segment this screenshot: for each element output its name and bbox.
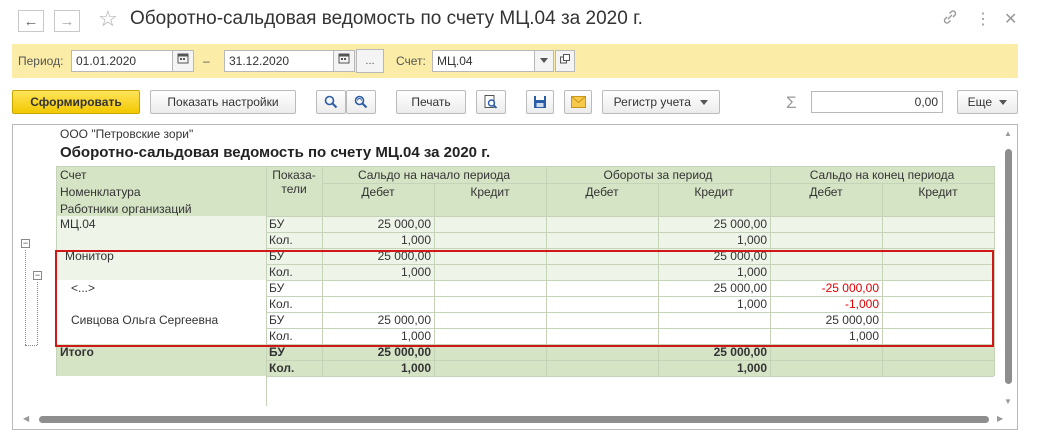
total-indicator: Кол. xyxy=(269,361,295,375)
sum-field[interactable]: 0,00 xyxy=(811,91,943,113)
envelope-icon xyxy=(570,96,586,108)
tree-line xyxy=(25,250,27,345)
tree-line xyxy=(25,345,37,347)
save-button[interactable] xyxy=(526,90,554,114)
grid-line xyxy=(56,166,994,167)
report-title: Оборотно-сальдовая ведомость по счету МЦ… xyxy=(60,144,491,161)
account-label: Счет: xyxy=(396,54,426,68)
total-value: 25 000,00 xyxy=(377,345,431,359)
scroll-right-icon[interactable]: ▶ xyxy=(997,414,1003,423)
row-value: 1,000 xyxy=(400,233,431,247)
row-value: 1,000 xyxy=(736,233,767,247)
header-employees: Работники организаций xyxy=(60,202,192,216)
period-to-field[interactable]: 31.12.2020 xyxy=(224,50,334,72)
header-debit: Дебет xyxy=(585,185,619,199)
grid-line xyxy=(322,183,994,184)
horizontal-scroll-thumb[interactable] xyxy=(39,416,989,423)
total-label: Итого xyxy=(60,345,94,359)
grid-line xyxy=(266,248,994,249)
grid-line xyxy=(266,376,994,377)
sum-icon: Σ xyxy=(786,93,797,112)
header-indicators-2: тели xyxy=(281,182,307,196)
grid-line xyxy=(266,216,994,217)
report-area: ООО "Петровские зори" Оборотно-сальдовая… xyxy=(12,124,1018,430)
more-label: Еще xyxy=(967,95,993,109)
forward-button[interactable]: → xyxy=(54,10,80,32)
header-credit: Кредит xyxy=(918,185,958,199)
generate-button[interactable]: Сформировать xyxy=(12,90,140,114)
highlight-frame xyxy=(55,250,994,347)
grid-line xyxy=(266,376,267,406)
favorite-star-icon[interactable]: ☆ xyxy=(98,6,118,32)
show-settings-button[interactable]: Показать настройки xyxy=(150,90,296,114)
table-row xyxy=(56,232,994,248)
period-select-button[interactable]: ... xyxy=(356,49,384,73)
scroll-down-icon[interactable]: ▼ xyxy=(1004,397,1012,406)
period-dash: – xyxy=(203,54,210,68)
row-value: 25 000,00 xyxy=(377,217,431,231)
header-opening-balance: Сальдо на начало периода xyxy=(357,168,511,182)
grid-line xyxy=(994,166,995,376)
search-icon xyxy=(324,95,338,109)
register-dropdown-button[interactable]: Регистр учета xyxy=(602,90,720,114)
total-value: 25 000,00 xyxy=(713,345,767,359)
period-bar: Период: 01.01.2020 – 31.12.2020 ... Счет… xyxy=(12,44,1018,78)
period-label: Период: xyxy=(18,54,64,68)
floppy-disk-icon xyxy=(534,96,546,108)
back-arrow-icon: ← xyxy=(23,13,39,30)
forward-arrow-icon: → xyxy=(59,13,75,30)
collapse-icon[interactable]: − xyxy=(21,239,30,248)
link-icon[interactable] xyxy=(942,9,958,29)
window-title: Оборотно-сальдовая ведомость по счету МЦ… xyxy=(130,8,643,29)
calendar-from-icon[interactable] xyxy=(172,50,194,72)
more-vertical-icon[interactable]: ⋮ xyxy=(975,9,991,29)
close-icon[interactable]: ✕ xyxy=(1004,9,1017,29)
total-value: 1,000 xyxy=(736,361,767,375)
register-label: Регистр учета xyxy=(613,95,691,109)
vertical-scrollbar[interactable]: ▲ ▼ xyxy=(1004,129,1014,411)
calendar-to-icon[interactable] xyxy=(333,50,355,72)
row-value: 25 000,00 xyxy=(713,217,767,231)
back-button[interactable]: ← xyxy=(18,10,44,32)
open-account-icon[interactable] xyxy=(555,50,575,72)
header-nomenclature: Номенклатура xyxy=(60,185,141,199)
header-debit: Дебет xyxy=(809,185,843,199)
search-refresh-button[interactable] xyxy=(346,90,376,114)
company-name: ООО "Петровские зори" xyxy=(60,127,194,141)
vertical-scroll-thumb[interactable] xyxy=(1005,149,1012,384)
header-credit: Кредит xyxy=(694,185,734,199)
header-closing-balance: Сальдо на конец периода xyxy=(809,168,955,182)
row-indicator: БУ xyxy=(269,217,285,231)
more-button[interactable]: Еще xyxy=(957,90,1018,114)
search-refresh-icon xyxy=(354,95,368,109)
period-from-field[interactable]: 01.01.2020 xyxy=(71,50,173,72)
row-name: МЦ.04 xyxy=(60,217,96,231)
header-indicators-1: Показа- xyxy=(272,168,316,182)
total-indicator: БУ xyxy=(269,345,285,359)
print-button[interactable]: Печать xyxy=(396,90,466,114)
header-turnover: Обороты за период xyxy=(603,168,713,182)
chevron-down-icon xyxy=(999,100,1008,105)
header-account: Счет xyxy=(60,168,87,182)
preview-button[interactable] xyxy=(476,90,506,114)
header-credit: Кредит xyxy=(470,185,510,199)
scroll-left-icon[interactable]: ◀ xyxy=(23,414,29,423)
total-value: 1,000 xyxy=(400,361,431,375)
account-dropdown-icon[interactable] xyxy=(534,50,554,72)
search-button[interactable] xyxy=(316,90,346,114)
tree-line xyxy=(37,282,39,345)
total-row xyxy=(56,360,994,376)
print-preview-icon xyxy=(484,95,498,109)
account-field[interactable]: МЦ.04 xyxy=(432,50,536,72)
grid-line xyxy=(266,232,994,233)
header-debit: Дебет xyxy=(361,185,395,199)
row-indicator: Кол. xyxy=(269,233,293,247)
send-email-button[interactable] xyxy=(564,90,592,114)
chevron-down-icon xyxy=(700,100,709,105)
collapse-icon[interactable]: − xyxy=(33,271,42,280)
scroll-up-icon[interactable]: ▲ xyxy=(1004,129,1012,138)
grid-line xyxy=(266,360,994,361)
horizontal-scrollbar[interactable]: ◀ ▶ xyxy=(23,414,1005,425)
